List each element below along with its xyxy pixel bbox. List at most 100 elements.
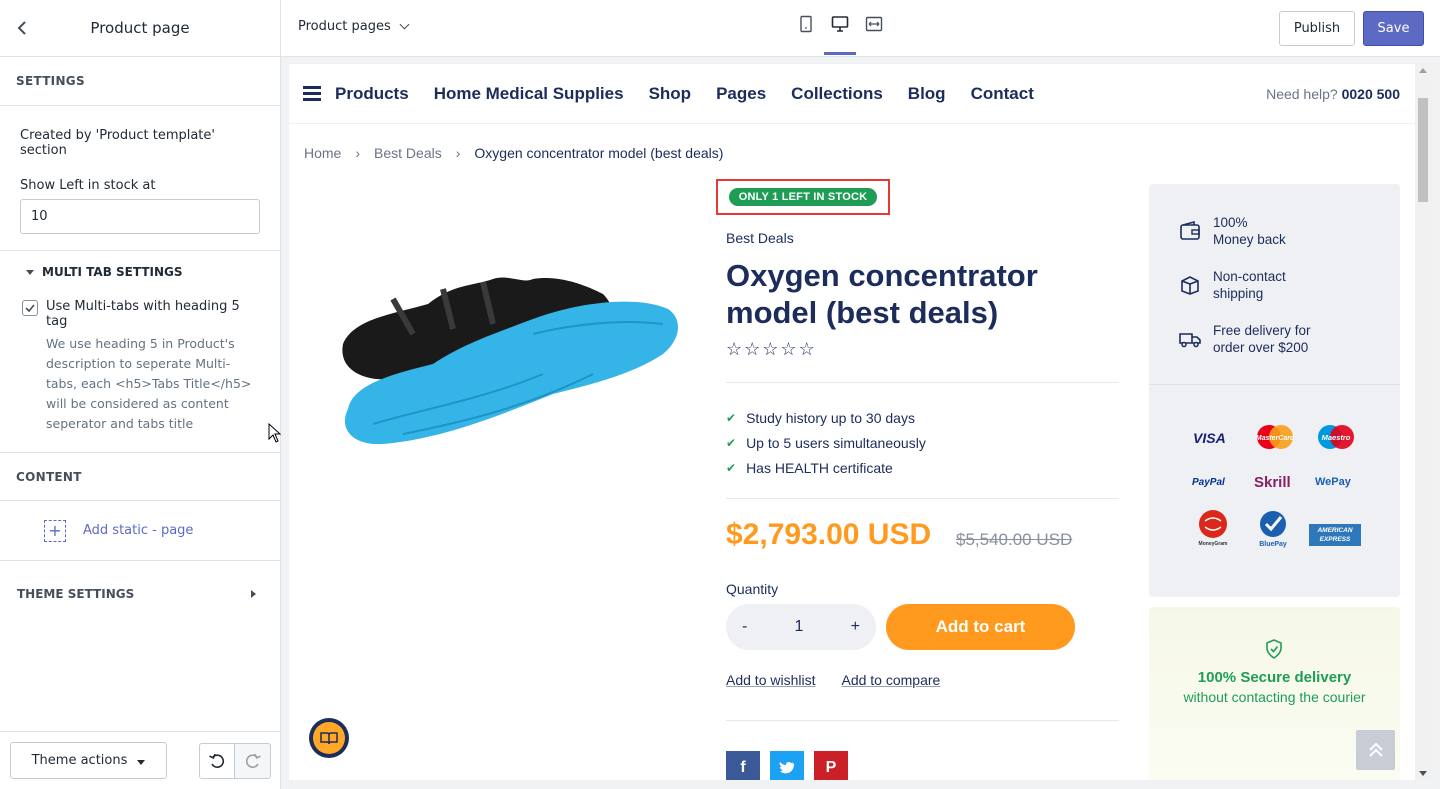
- quantity-increase-button[interactable]: +: [851, 618, 860, 636]
- star-icon: ☆: [762, 339, 781, 359]
- add-static-page-button[interactable]: + Add static - page: [0, 501, 280, 561]
- publish-button[interactable]: Publish: [1279, 11, 1355, 46]
- stock-badge-highlight: ONLY 1 LEFT IN STOCK: [716, 179, 890, 215]
- multi-tab-checkbox[interactable]: [22, 300, 38, 316]
- fullwidth-view-button[interactable]: [864, 15, 884, 41]
- product-vendor[interactable]: Best Deals: [726, 230, 794, 246]
- help-phone[interactable]: 0020 500: [1342, 86, 1400, 102]
- nav-item-contact[interactable]: Contact: [971, 84, 1034, 104]
- multi-tab-toggle[interactable]: MULTI TAB SETTINGS: [22, 265, 260, 279]
- sidebar-footer: Theme actions: [0, 731, 280, 789]
- history-controls: [199, 742, 271, 779]
- feature-text: Up to 5 users simultaneously: [746, 434, 926, 451]
- quantity-label: Quantity: [726, 581, 779, 597]
- feature-text: Has HEALTH certificate: [746, 459, 893, 476]
- mastercard-text: MasterCard: [1256, 435, 1295, 442]
- stock-badge: ONLY 1 LEFT IN STOCK: [728, 188, 878, 206]
- nav-item-products[interactable]: Products: [335, 84, 409, 104]
- visa-logo: VISA: [1193, 430, 1226, 446]
- product-actions: Add to wishlist Add to compare: [726, 672, 940, 688]
- menu-icon[interactable]: [303, 83, 321, 104]
- perk-line: 100%: [1213, 215, 1248, 230]
- fullscreen-icon: [865, 16, 883, 32]
- editor-sidebar: Product page SETTINGS Created by 'Produc…: [0, 0, 281, 789]
- desktop-icon: [831, 16, 849, 32]
- chevron-right-icon: ›: [455, 145, 461, 161]
- chevron-right-icon: ›: [355, 145, 361, 161]
- pinterest-icon[interactable]: P: [814, 751, 848, 780]
- nav-item-collections[interactable]: Collections: [791, 84, 883, 104]
- multi-tab-checkbox-label[interactable]: Use Multi-tabs with heading 5 tag: [46, 299, 260, 329]
- divider: [726, 382, 1119, 383]
- scrollbar-thumb[interactable]: [1418, 98, 1428, 202]
- secure-delivery-subtitle: without contacting the courier: [1183, 689, 1366, 705]
- theme-settings-toggle[interactable]: THEME SETTINGS: [0, 561, 280, 627]
- mobile-view-button[interactable]: [796, 15, 816, 41]
- check-icon: ✔: [726, 435, 737, 450]
- add-static-label: Add static - page: [83, 523, 194, 538]
- back-to-top-button[interactable]: [1356, 730, 1395, 770]
- bluepay-text: BluePay: [1259, 541, 1287, 548]
- undo-button[interactable]: [199, 742, 235, 779]
- feature-item: ✔ Has HEALTH certificate: [726, 455, 926, 480]
- editor-topbar: Product pages Publish Save: [281, 0, 1440, 57]
- help-contact: Need help? 0020 500: [1266, 86, 1400, 102]
- twitter-icon[interactable]: [770, 751, 804, 780]
- product-title: Oxygen concentrator model (best deals): [726, 258, 1038, 330]
- add-to-cart-button[interactable]: Add to cart: [886, 604, 1075, 650]
- help-text: Need help?: [1266, 86, 1338, 102]
- feature-item: ✔ Up to 5 users simultaneously: [726, 430, 926, 455]
- theme-settings-heading: THEME SETTINGS: [17, 587, 135, 601]
- desktop-view-button[interactable]: [824, 15, 856, 55]
- quantity-decrease-button[interactable]: -: [742, 618, 747, 636]
- star-icon: ☆: [744, 339, 763, 359]
- add-to-wishlist-link[interactable]: Add to wishlist: [726, 672, 815, 688]
- feature-list: ✔ Study history up to 30 days ✔ Up to 5 us…: [726, 405, 926, 480]
- breadcrumb: Home › Best Deals › Oxygen concentrator …: [304, 145, 723, 161]
- paypal-logo: PayPal: [1192, 477, 1225, 488]
- stock-threshold-input[interactable]: 10: [20, 199, 260, 234]
- theme-actions-button[interactable]: Theme actions: [10, 742, 167, 779]
- add-to-compare-link[interactable]: Add to compare: [841, 672, 940, 688]
- wepay-logo: WePay: [1315, 476, 1351, 488]
- compare-price: $5,540.00 USD: [956, 530, 1073, 549]
- scroll-up-icon[interactable]: [1419, 68, 1427, 73]
- check-icon: ✔: [726, 460, 737, 475]
- nav-item-home-medical-supplies[interactable]: Home Medical Supplies: [434, 84, 624, 104]
- product-image[interactable]: [333, 274, 683, 454]
- book-icon-button[interactable]: [309, 718, 349, 758]
- nav-item-pages[interactable]: Pages: [716, 84, 766, 104]
- perk-money-back: 100% Money back: [1179, 214, 1286, 248]
- check-icon: [25, 304, 35, 312]
- redo-icon: [245, 753, 261, 768]
- shield-icon: [1266, 639, 1282, 659]
- facebook-icon[interactable]: f: [726, 751, 760, 780]
- double-chevron-up-icon: [1368, 742, 1383, 757]
- perk-line: shipping: [1213, 286, 1264, 301]
- settings-heading: SETTINGS: [0, 57, 280, 106]
- save-button[interactable]: Save: [1363, 11, 1424, 46]
- product-info-box: 100% Money back Non-contact shipping Free …: [1149, 184, 1400, 597]
- quantity-input[interactable]: 1: [795, 618, 804, 636]
- moneygram-logo: MoneyGram: [1195, 509, 1231, 547]
- mobile-icon: [800, 15, 812, 33]
- nav-item-shop[interactable]: Shop: [649, 84, 692, 104]
- social-share: f P: [726, 751, 848, 780]
- back-icon[interactable]: [12, 18, 32, 38]
- redo-button[interactable]: [235, 742, 271, 779]
- sidebar-header: Product page: [0, 0, 280, 57]
- scroll-down-icon[interactable]: [1419, 771, 1427, 776]
- store-preview: Products Home Medical Supplies Shop Page…: [289, 64, 1415, 780]
- feature-text: Study history up to 30 days: [746, 409, 915, 426]
- breadcrumb-best-deals[interactable]: Best Deals: [374, 145, 442, 161]
- star-icon: ☆: [726, 339, 745, 359]
- page-type-selector[interactable]: Product pages: [298, 19, 410, 34]
- rating-stars[interactable]: ☆☆☆☆☆: [726, 339, 817, 360]
- sidebar-title: Product page: [90, 19, 190, 37]
- preview-scrollbar[interactable]: [1415, 64, 1432, 780]
- stock-label: Show Left in stock at: [20, 178, 156, 193]
- nav-item-blog[interactable]: Blog: [908, 84, 946, 104]
- store-nav: Products Home Medical Supplies Shop Page…: [289, 64, 1415, 124]
- caret-down-icon: [137, 759, 146, 765]
- breadcrumb-home[interactable]: Home: [304, 145, 341, 161]
